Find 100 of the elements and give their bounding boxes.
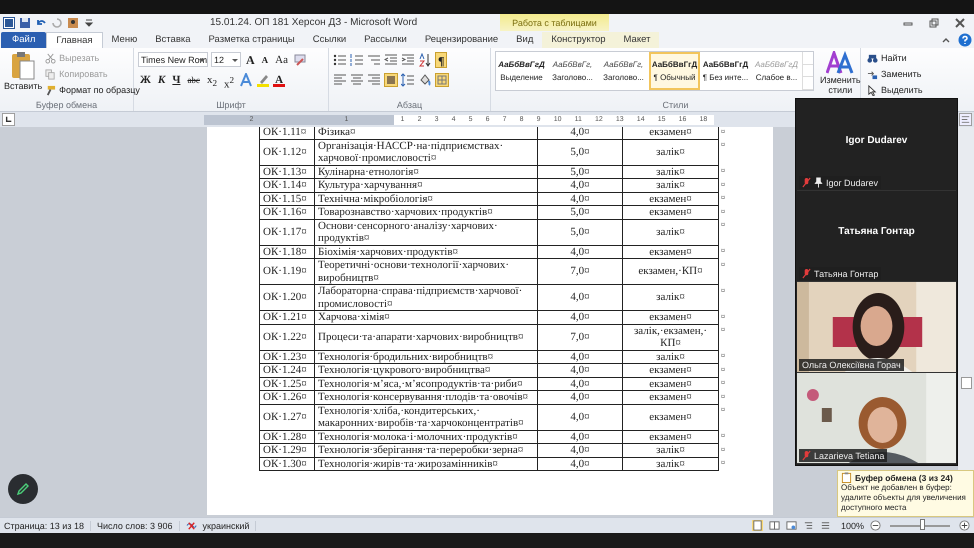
style-swatch[interactable]: АаБбВвГгД Слабое в... <box>751 52 802 90</box>
borders-icon[interactable] <box>435 72 449 86</box>
show-marks-button[interactable]: ¶ <box>435 52 448 68</box>
gallery-scrollbar[interactable] <box>802 52 813 90</box>
zoom-slider-thumb[interactable] <box>920 519 925 530</box>
bullets-icon[interactable] <box>333 52 347 66</box>
ribbon-tab[interactable]: Файл <box>1 32 46 48</box>
row-end-mark: ¤ <box>721 405 725 414</box>
style-swatch[interactable]: АаБбВвГг, Заголово... <box>598 52 649 90</box>
format-painter-button[interactable]: Формат по образцу <box>45 83 140 97</box>
change-styles-button[interactable]: Изменить стили <box>820 51 861 95</box>
shading-icon[interactable] <box>418 72 432 86</box>
ribbon-tab[interactable]: Меню <box>102 32 146 48</box>
italic-button[interactable]: К <box>156 72 168 88</box>
style-swatch[interactable]: АаБбВвГг, Заголово... <box>547 52 598 90</box>
increase-indent-icon[interactable] <box>401 52 415 66</box>
style-swatch[interactable]: АаБбВвГгД Выделение <box>496 52 547 90</box>
justify-icon[interactable] <box>384 72 398 86</box>
table-cell: ОК·1.30¤ <box>260 457 314 470</box>
bold-button[interactable]: Ж <box>138 72 153 88</box>
grow-font-button[interactable]: A <box>244 52 257 68</box>
table-cell: Технічна·мікробіологія¤ <box>314 192 538 206</box>
change-case-button[interactable]: Aa <box>273 52 290 68</box>
subscript-button[interactable]: x$_{2}$ <box>204 72 220 88</box>
tooltip-title: Буфер обмена (3 из 24) <box>855 472 953 482</box>
underline-button[interactable]: Ч <box>170 72 182 88</box>
table-cell: Технологія·консервування·плодів·та·овочів¤ <box>314 390 538 404</box>
table-cell: 4,0¤ <box>538 284 622 310</box>
ribbon-tab[interactable]: Ссылки <box>304 32 356 48</box>
align-left-icon[interactable] <box>333 72 347 86</box>
view-ruler-icon[interactable] <box>959 113 972 126</box>
style-swatch[interactable]: АаБбВвГгД ¶ Без инте... <box>700 52 751 90</box>
change-styles-label: Изменить стили <box>820 75 861 95</box>
table-cell: Технологія·м’яса,·м’ясопродуктів·та·риби¤ <box>314 377 538 390</box>
word-logo-icon <box>3 16 15 28</box>
ribbon-tab[interactable]: Главная <box>46 32 103 48</box>
row-end-mark: ¤ <box>721 166 725 175</box>
row-end-mark: ¤ <box>721 260 725 268</box>
zoom-level[interactable]: 100% <box>840 520 864 530</box>
ribbon-tab[interactable]: Конструктор <box>542 32 615 48</box>
print-layout-icon[interactable] <box>752 520 763 531</box>
clear-formatting-icon[interactable] <box>293 52 307 66</box>
table-cell: залік¤ <box>622 219 718 245</box>
page-count[interactable]: Страница: 13 из 18 <box>4 520 91 530</box>
line-spacing-icon[interactable] <box>401 72 415 86</box>
customize-menu-icon[interactable] <box>83 16 95 28</box>
style-swatch[interactable]: АаБбВвГгД ¶ Обычный <box>649 52 700 90</box>
superscript-button[interactable]: x$^{2}$ <box>222 72 236 88</box>
copy-icon <box>45 68 56 80</box>
style-sample: АаБбВвГг, <box>604 60 644 69</box>
web-layout-icon[interactable] <box>786 520 797 531</box>
multilevel-list-icon[interactable] <box>367 52 381 66</box>
style-name: Выделение <box>500 73 543 82</box>
style-sample: АаБбВвГгД <box>652 60 698 69</box>
word-count[interactable]: Число слов: 3 906 <box>96 520 180 530</box>
zoom-out-icon[interactable] <box>870 520 881 531</box>
table-cell: ОК·1.14¤ <box>260 178 314 192</box>
find-button[interactable]: Найти <box>867 51 947 65</box>
reading-view-icon[interactable] <box>768 520 780 531</box>
save-icon[interactable] <box>19 16 31 28</box>
table-cell: 4,0¤ <box>538 377 622 390</box>
table-cell: ОК·1.25¤ <box>260 377 314 390</box>
ribbon-tab[interactable]: Вид <box>507 32 542 48</box>
table-cell: Технологія·молока·і·молочних·продуктів¤ <box>314 430 538 444</box>
zoom-in-icon[interactable] <box>959 520 970 531</box>
table-cell: екзамен¤ <box>622 390 718 404</box>
group-label: Абзац <box>396 100 422 110</box>
restore-icon[interactable] <box>928 16 940 28</box>
ribbon-tab[interactable]: Разметка страницы <box>200 32 304 48</box>
draft-view-icon[interactable] <box>820 520 831 531</box>
text-effects-icon[interactable] <box>239 72 254 86</box>
strikethrough-button[interactable]: abc <box>185 72 202 88</box>
replace-button[interactable]: Заменить <box>867 67 947 81</box>
select-button[interactable]: Выделить <box>867 83 947 97</box>
close-icon[interactable] <box>954 16 966 28</box>
paste-button[interactable]: Вставить <box>4 51 42 97</box>
muted-mic-icon <box>802 177 811 188</box>
font-size-field[interactable]: 12 <box>211 52 241 67</box>
cursor-icon <box>867 84 878 96</box>
align-right-icon[interactable] <box>367 72 381 86</box>
outline-view-icon[interactable] <box>802 520 814 531</box>
tab-selector-icon[interactable] <box>2 113 15 126</box>
highlighter-icon[interactable] <box>256 72 270 86</box>
decrease-indent-icon[interactable] <box>384 52 398 66</box>
sort-icon[interactable] <box>418 52 432 66</box>
ribbon-tab[interactable]: Рецензирование <box>416 32 508 48</box>
numbering-icon[interactable] <box>350 52 364 66</box>
table-cell: 5,0¤ <box>538 165 622 178</box>
font-color-button[interactable]: A <box>273 72 286 86</box>
help-icon[interactable] <box>958 33 972 47</box>
ribbon-tab[interactable]: Вставка <box>146 32 200 48</box>
spelling-check-icon[interactable] <box>186 520 197 531</box>
ribbon-tab[interactable]: Макет <box>614 32 660 48</box>
shrink-font-button[interactable]: A <box>260 52 270 68</box>
language-indicator[interactable]: украинский <box>202 520 256 530</box>
align-center-icon[interactable] <box>350 72 364 86</box>
row-end-mark: ¤ <box>721 180 725 188</box>
ribbon-tab[interactable]: Рассылки <box>355 32 416 48</box>
group-label: Шрифт <box>216 100 246 110</box>
participant-name: Ольга Олексіївна Горач <box>802 360 901 370</box>
